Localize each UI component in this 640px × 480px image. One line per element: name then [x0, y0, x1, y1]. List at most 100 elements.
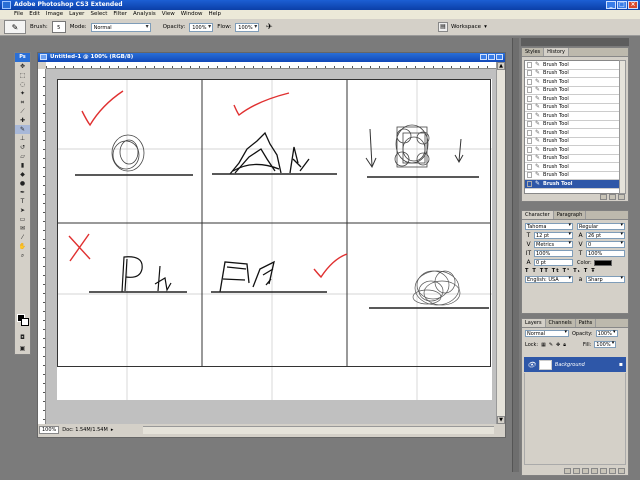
crop-tool-icon[interactable]: ⌗ [15, 98, 30, 107]
small-caps-icon[interactable]: Tt [552, 268, 560, 274]
canvas[interactable] [57, 79, 492, 400]
tab-paragraph[interactable]: Paragraph [554, 211, 587, 219]
menu-edit[interactable]: Edit [29, 10, 40, 19]
history-source-checkbox[interactable] [527, 180, 532, 187]
doc-maximize-button[interactable] [488, 54, 495, 60]
horizontal-ruler[interactable] [46, 62, 497, 69]
menu-layer[interactable]: Layer [69, 10, 84, 19]
tab-paths[interactable]: Paths [576, 319, 597, 327]
horizontal-scale-field[interactable]: 100% [586, 250, 625, 257]
history-item[interactable]: ✎ Brush Tool [525, 95, 619, 104]
airbrush-icon[interactable]: ✈ [263, 21, 275, 33]
subscript-icon[interactable]: T₁ [573, 268, 581, 274]
history-item[interactable]: ✎ Brush Tool [525, 146, 619, 155]
history-item[interactable]: ✎ Brush Tool [525, 112, 619, 121]
menu-select[interactable]: Select [90, 10, 107, 19]
tab-history[interactable]: History [544, 48, 569, 56]
chevron-down-icon[interactable]: ▾ [484, 24, 487, 30]
maximize-button[interactable]: □ [617, 1, 627, 9]
text-style-buttons[interactable]: T T TT Tt T¹ T₁ T Ŧ [525, 268, 625, 274]
new-group-icon[interactable] [600, 467, 607, 474]
tool-preset-picker[interactable]: ✎ [4, 20, 26, 34]
lock-image-icon[interactable]: ✎ [549, 342, 553, 348]
lock-all-icon[interactable]: 🔒︎ [563, 342, 566, 348]
vertical-scrollbar[interactable]: ▲ ▼ [496, 62, 505, 424]
doc-size-info[interactable]: Doc: 1.54M/1.54M [62, 427, 108, 433]
new-layer-icon[interactable] [609, 467, 616, 474]
clone-stamp-tool-icon[interactable]: ⊥ [15, 134, 30, 143]
fill-field[interactable]: 100% [594, 340, 617, 348]
delete-layer-icon[interactable] [618, 467, 625, 474]
text-color-swatch[interactable] [593, 259, 612, 266]
history-source-checkbox[interactable] [527, 146, 532, 153]
flow-field[interactable]: 100% [235, 22, 260, 32]
magic-wand-tool-icon[interactable]: ✦ [15, 89, 30, 98]
history-item-selected[interactable]: ✎ Brush Tool [525, 180, 619, 189]
history-source-checkbox[interactable] [527, 138, 532, 145]
menu-window[interactable]: Window [181, 10, 203, 19]
mode-select[interactable]: Normal [90, 22, 151, 32]
tab-channels[interactable]: Channels [546, 319, 576, 327]
history-item[interactable]: ✎ Brush Tool [525, 86, 619, 95]
layer-mask-icon[interactable] [582, 467, 589, 474]
history-source-checkbox[interactable] [527, 163, 532, 170]
font-size-field[interactable]: 12 pt [534, 231, 573, 239]
healing-brush-tool-icon[interactable]: ✚ [15, 116, 30, 125]
type-tool-icon[interactable]: T [15, 197, 30, 206]
trash-icon[interactable] [618, 193, 625, 200]
screen-mode-icon[interactable]: ▣ [15, 344, 30, 353]
layer-opacity-field[interactable]: 100% [595, 329, 618, 337]
font-style-select[interactable]: Regular [577, 222, 625, 230]
move-tool-icon[interactable]: ✥ [15, 62, 30, 71]
horizontal-scrollbar[interactable] [143, 426, 494, 434]
layer-row-background[interactable]: 👁︎ Background ▪ [524, 357, 626, 372]
hand-tool-icon[interactable]: ✋ [15, 242, 30, 251]
brush-tool-icon[interactable]: ✎ [15, 125, 30, 134]
link-layers-icon[interactable] [564, 467, 571, 474]
history-item[interactable]: ✎ Brush Tool [525, 129, 619, 138]
lasso-tool-icon[interactable]: ◌ [15, 80, 30, 89]
workspace-menu[interactable]: Workspace [451, 24, 481, 30]
palette-well-icon[interactable]: ▤ [438, 22, 448, 32]
brush-picker[interactable]: 5 [51, 21, 66, 33]
history-source-checkbox[interactable] [527, 70, 532, 77]
path-selection-tool-icon[interactable]: ➤ [15, 206, 30, 215]
history-source-checkbox[interactable] [527, 104, 532, 111]
history-source-checkbox[interactable] [527, 61, 532, 68]
history-item[interactable]: ✎ Brush Tool [525, 137, 619, 146]
notes-tool-icon[interactable]: ✉ [15, 224, 30, 233]
vertical-ruler[interactable] [38, 69, 46, 424]
font-family-select[interactable]: Tahoma [525, 222, 573, 230]
marquee-tool-icon[interactable]: ⬚ [15, 71, 30, 80]
strikethrough-icon[interactable]: Ŧ [591, 268, 595, 274]
shape-tool-icon[interactable]: ▭ [15, 215, 30, 224]
canvas-area[interactable] [46, 69, 497, 424]
minimize-button[interactable]: _ [606, 1, 616, 9]
history-source-checkbox[interactable] [527, 95, 532, 102]
history-source-checkbox[interactable] [527, 78, 532, 85]
history-item[interactable]: ✎ Brush Tool [525, 69, 619, 78]
adjustment-layer-icon[interactable] [591, 467, 598, 474]
blur-tool-icon[interactable]: ◆ [15, 170, 30, 179]
opacity-field[interactable]: 100% [189, 22, 214, 32]
menu-file[interactable]: File [14, 10, 23, 19]
history-scrollbar[interactable] [619, 60, 626, 194]
doc-minimize-button[interactable] [480, 54, 487, 60]
tab-character[interactable]: Character [522, 211, 554, 219]
quick-mask-icon[interactable]: ◘ [15, 333, 30, 342]
eraser-tool-icon[interactable]: ▱ [15, 152, 30, 161]
close-button[interactable]: × [628, 1, 638, 9]
history-brush-tool-icon[interactable]: ↺ [15, 143, 30, 152]
superscript-icon[interactable]: T¹ [563, 268, 571, 274]
history-item[interactable]: ✎ Brush Tool [525, 163, 619, 172]
lock-transparency-icon[interactable]: ▦ [541, 342, 546, 348]
history-item[interactable]: ✎ Brush Tool [525, 171, 619, 180]
eye-icon[interactable]: 👁︎ [527, 361, 536, 369]
gradient-tool-icon[interactable]: ▮ [15, 161, 30, 170]
kerning-field[interactable]: Metrics [534, 240, 573, 248]
menu-image[interactable]: Image [46, 10, 63, 19]
new-snapshot-icon[interactable] [609, 193, 616, 200]
zoom-field[interactable]: 100% [39, 426, 60, 434]
eyedropper-tool-icon[interactable]: ⁄ [15, 233, 30, 242]
baseline-shift-field[interactable]: 0 pt [534, 259, 573, 266]
